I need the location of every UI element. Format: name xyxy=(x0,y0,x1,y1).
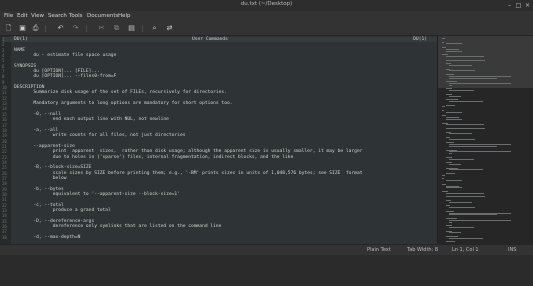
minimap-line xyxy=(442,106,445,108)
minimap-line xyxy=(449,151,511,153)
menu-tools[interactable]: Tools xyxy=(69,13,83,19)
minimap-line xyxy=(449,237,483,239)
redo-icon[interactable]: ↷ xyxy=(71,24,80,33)
minimap-line xyxy=(449,101,483,102)
minimap-line xyxy=(445,173,455,174)
minimap-line xyxy=(445,196,486,198)
minimap-line xyxy=(445,43,462,45)
new-document-icon[interactable]: 🗋 xyxy=(4,24,13,33)
insert-mode: INS xyxy=(508,247,517,253)
search-replace-icon[interactable]: ⇄ xyxy=(165,24,174,33)
minimap-line xyxy=(449,207,476,209)
minimap-line xyxy=(445,128,486,129)
minimap-line xyxy=(445,104,455,106)
minimap-line xyxy=(449,138,476,140)
minimap-line xyxy=(445,119,462,120)
print-icon[interactable]: ⎙ xyxy=(31,24,40,33)
minimap-line xyxy=(449,146,497,147)
minimap-line xyxy=(449,95,461,97)
minimap-line xyxy=(445,241,455,243)
menu-documents[interactable]: Documents xyxy=(87,13,118,19)
minimap-line xyxy=(445,50,462,52)
minimap-line xyxy=(449,232,461,234)
minimap-line xyxy=(449,84,452,86)
minimap-line xyxy=(449,214,497,216)
minimap-line xyxy=(442,178,445,180)
text-line[interactable]: 38 -d, --max-depth=N xyxy=(2,235,437,240)
menu-view[interactable]: View xyxy=(31,13,44,19)
minimap-line xyxy=(445,187,462,189)
minimap-line xyxy=(442,110,445,111)
line-text: -d, --max-depth=N xyxy=(14,234,81,240)
save-icon[interactable]: ▣ xyxy=(18,24,27,33)
cursor-position: Ln 1, Col 1 xyxy=(452,247,479,253)
minimap-line xyxy=(449,169,483,171)
copy-icon[interactable]: ⧉ xyxy=(112,24,121,33)
minimap-line xyxy=(449,158,475,160)
minimap-line xyxy=(449,164,461,165)
minimap-line xyxy=(449,70,476,72)
text-editor-area[interactable]: 1 DU(1) User Commands DU(1) 2 3 NAME 4 du - est… xyxy=(0,36,437,244)
minimap-line xyxy=(449,219,511,221)
minimap-line xyxy=(442,174,445,176)
minimap-line xyxy=(449,201,473,203)
toolbar-separator xyxy=(45,25,46,32)
window-title: du.txt (~/Desktop) xyxy=(240,1,293,7)
undo-icon[interactable]: ↶ xyxy=(56,24,65,33)
document-minimap[interactable] xyxy=(437,36,533,244)
menubar: File Edit View Search Tools Documents He… xyxy=(0,11,533,21)
minimap-line xyxy=(449,227,475,228)
minimize-icon[interactable]: – xyxy=(506,2,513,9)
minimap-line xyxy=(445,180,462,182)
minimap-line xyxy=(445,56,484,57)
minimap-line xyxy=(449,83,511,84)
minimap-line xyxy=(445,192,484,194)
minimap-line xyxy=(449,65,473,66)
maximize-icon[interactable]: □ xyxy=(515,2,522,9)
toolbar-separator xyxy=(86,25,87,32)
line-number: 38 xyxy=(2,234,7,240)
cut-icon[interactable]: ✂ xyxy=(97,24,106,33)
search-icon[interactable]: ⌕ xyxy=(150,24,159,33)
window-titlebar: du.txt (~/Desktop) – □ × xyxy=(0,0,533,11)
minimap-line xyxy=(445,111,462,113)
syntax-selector[interactable]: Plain Text xyxy=(367,247,391,253)
minimap-line xyxy=(449,90,475,92)
minimap-line xyxy=(449,77,497,79)
minimap-line xyxy=(445,59,486,61)
close-icon[interactable]: × xyxy=(524,2,531,9)
menu-search[interactable]: Search xyxy=(48,13,67,19)
menu-file[interactable]: File xyxy=(4,13,13,19)
paste-icon[interactable]: ▤ xyxy=(127,24,136,33)
minimap-line xyxy=(449,133,473,135)
menu-edit[interactable]: Edit xyxy=(17,13,28,19)
minimap-line xyxy=(445,124,484,126)
minimap-line xyxy=(442,41,445,43)
toolbar: 🗋 ▣ ⎙ ↶ ↷ ✂ ⧉ ▤ ⌕ ⇄ xyxy=(0,21,533,36)
minimap-line xyxy=(442,38,445,39)
toolbar-separator xyxy=(142,25,143,32)
minimap-line xyxy=(449,221,452,223)
text-lines[interactable]: 1 DU(1) User Commands DU(1) 2 3 NAME 4 du - est… xyxy=(2,37,437,240)
menu-help[interactable]: Help xyxy=(118,13,131,19)
minimap-line xyxy=(449,153,452,155)
desktop-background xyxy=(0,255,533,286)
statusbar: Plain Text Tab Width: 8 Ln 1, Col 1 INS xyxy=(0,244,533,255)
tab-width-selector[interactable]: Tab Width: 8 xyxy=(407,247,438,253)
